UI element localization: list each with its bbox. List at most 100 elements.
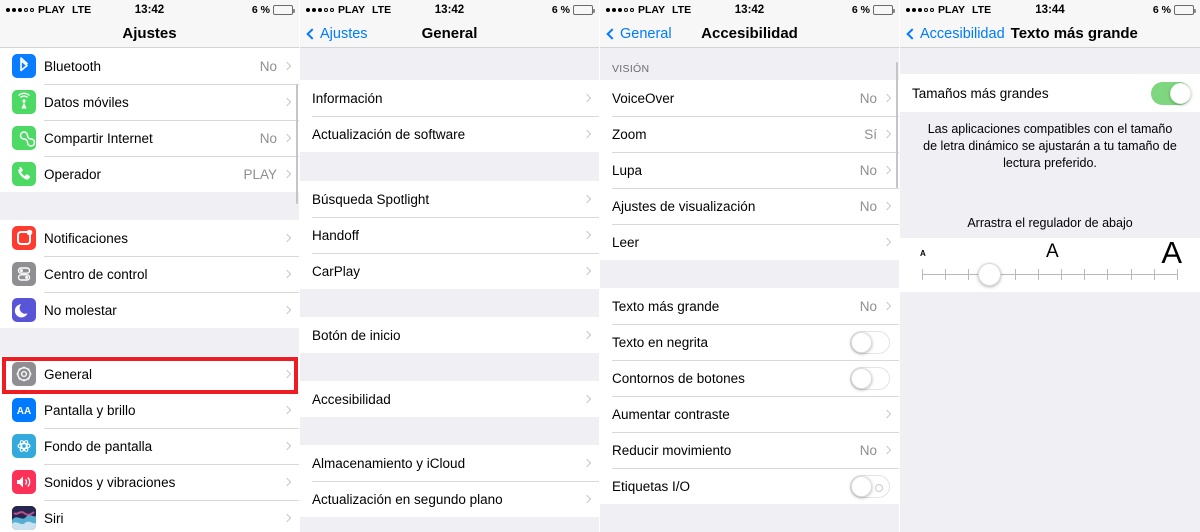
group-larger-sizes: Tamaños más grandes [900,74,1200,112]
settings-list-2[interactable]: Información Actualización de software Bú… [300,48,599,532]
panel-ajustes: PLAY LTE 13:42 6 % Ajustes Bluetooth No … [0,0,300,532]
battery-icon [573,5,595,15]
chevron-right-icon [882,445,892,455]
row-label: Centro de control [44,266,148,282]
settings-list-1[interactable]: Bluetooth No Datos móviles Compartir Int… [0,48,299,532]
sidebar-item-compartir-internet[interactable]: Compartir Internet No [0,120,299,156]
row-voiceover[interactable]: VoiceOver No [600,80,899,116]
row-texto-mas-grande[interactable]: Texto más grande No [600,288,899,324]
row-reducir-movimiento[interactable]: Reducir movimiento No [600,432,899,468]
group-divider [300,289,599,317]
row-contornos-de-botones[interactable]: Contornos de botones [600,360,899,396]
sidebar-item-fondo-de-pantalla[interactable]: Fondo de pantalla [0,428,299,464]
toggle-tamanos-mas-grandes[interactable] [1151,81,1191,105]
row-lupa[interactable]: Lupa No [600,152,899,188]
row-zoom[interactable]: Zoom Sí [600,116,899,152]
row-carplay[interactable]: CarPlay [300,253,599,289]
row-accesibilidad[interactable]: Accesibilidad [300,381,599,417]
row-label: General [44,366,93,382]
row-label: Reducir movimiento [612,442,732,458]
sidebar-item-no-molestar[interactable]: No molestar [0,292,299,328]
row-label: Datos móviles [44,94,129,110]
control-center-icon [12,262,36,286]
toggle-contornos-de-botones[interactable] [850,366,890,390]
group-divider [0,192,299,220]
slider-ticks [922,268,1178,280]
row-busqueda-spotlight[interactable]: Búsqueda Spotlight [300,181,599,217]
row-handoff[interactable]: Handoff [300,217,599,253]
chevron-right-icon [582,394,592,404]
row-label: Operador [44,166,102,182]
back-button[interactable]: Ajustes [306,25,368,42]
toggle-etiquetas-io[interactable] [850,474,890,498]
row-value: No [859,162,877,178]
row-aumentar-contraste[interactable]: Aumentar contraste [600,396,899,432]
row-texto-en-negrita[interactable]: Texto en negrita [600,324,899,360]
chevron-right-icon [282,369,292,379]
back-button[interactable]: Accesibilidad [906,25,1005,42]
toggle-texto-en-negrita[interactable] [850,330,890,354]
panel-texto-mas-grande: PLAY LTE 13:44 6 % Accesibilidad Texto m… [900,0,1200,532]
row-label: VoiceOver [612,90,675,106]
row-label: Botón de inicio [312,327,401,343]
sidebar-item-bluetooth[interactable]: Bluetooth No [0,48,299,84]
sidebar-item-datos-moviles[interactable]: Datos móviles [0,84,299,120]
scrollbar-thumb[interactable] [296,84,298,204]
group-vision: VoiceOver No Zoom Sí Lupa No Ajustes de … [600,80,899,260]
svg-text:AA: AA [17,406,31,417]
sidebar-item-general[interactable]: General [0,356,299,392]
sidebar-item-pantalla-y-brillo[interactable]: AA Pantalla y brillo [0,392,299,428]
back-button[interactable]: General [606,26,672,42]
row-label: Tamaños más grandes [912,85,1049,101]
panel-general: PLAY LTE 13:42 6 % Ajustes General Infor… [300,0,600,532]
sidebar-item-centro-de-control[interactable]: Centro de control [0,256,299,292]
back-button-label: Ajustes [320,25,368,42]
group-connectivity: Bluetooth No Datos móviles Compartir Int… [0,48,299,192]
row-boton-de-inicio[interactable]: Botón de inicio [300,317,599,353]
row-value: Sí [864,126,877,142]
cellular-data-icon [12,90,36,114]
chevron-right-icon [582,266,592,276]
chevron-right-icon [582,129,592,139]
row-label: Texto en negrita [612,334,709,350]
group-accessibility: Accesibilidad [300,381,599,417]
slider-thumb[interactable] [978,262,1001,286]
group-notifications: Notificaciones Centro de control No mole… [0,220,299,328]
bluetooth-icon [12,54,36,78]
row-label: Búsqueda Spotlight [312,191,430,207]
status-bar-1: PLAY LTE 13:42 6 % [0,0,299,20]
chevron-right-icon [582,230,592,240]
row-tamanos-mas-grandes[interactable]: Tamaños más grandes [900,74,1200,112]
chevron-right-icon [882,165,892,175]
row-leer[interactable]: Leer [600,224,899,260]
row-actualizacion-de-software[interactable]: Actualización de software [300,116,599,152]
chevron-right-icon [282,305,292,315]
back-button-label: Accesibilidad [920,25,1005,42]
scrollbar-thumb[interactable] [896,62,898,188]
sidebar-item-siri[interactable]: Siri [0,500,299,532]
description-text: Las aplicaciones compatibles con el tama… [900,112,1200,172]
clock-label: 13:42 [734,4,765,16]
settings-list-3[interactable]: VISIÓN VoiceOver No Zoom Sí Lupa No Ajus… [600,48,899,532]
row-value: No [259,130,277,146]
row-informacion[interactable]: Información [300,80,599,116]
row-almacenamiento-y-icloud[interactable]: Almacenamiento y iCloud [300,445,599,481]
settings-list-4[interactable]: Tamaños más grandes Las aplicaciones com… [900,48,1200,532]
row-actualizacion-en-segundo-plano[interactable]: Actualización en segundo plano [300,481,599,517]
font-size-slider-card[interactable]: A A A [900,235,1200,292]
row-label: No molestar [44,302,117,318]
section-header-vision: VISIÓN [600,48,899,80]
row-label: Aumentar contraste [612,406,730,422]
row-value: No [859,90,877,106]
sidebar-item-notificaciones[interactable]: Notificaciones [0,220,299,256]
row-label: CarPlay [312,263,361,279]
row-label: Información [312,90,383,106]
row-label: Pantalla y brillo [44,402,136,418]
chevron-left-icon [606,27,618,40]
row-label: Etiquetas I/O [612,478,691,494]
row-ajustes-de-visualizacion[interactable]: Ajustes de visualización No [600,188,899,224]
row-value: PLAY [243,166,277,182]
sidebar-item-sonidos-y-vibraciones[interactable]: Sonidos y vibraciones [0,464,299,500]
sidebar-item-operador[interactable]: Operador PLAY [0,156,299,192]
row-etiquetas-io[interactable]: Etiquetas I/O [600,468,899,504]
